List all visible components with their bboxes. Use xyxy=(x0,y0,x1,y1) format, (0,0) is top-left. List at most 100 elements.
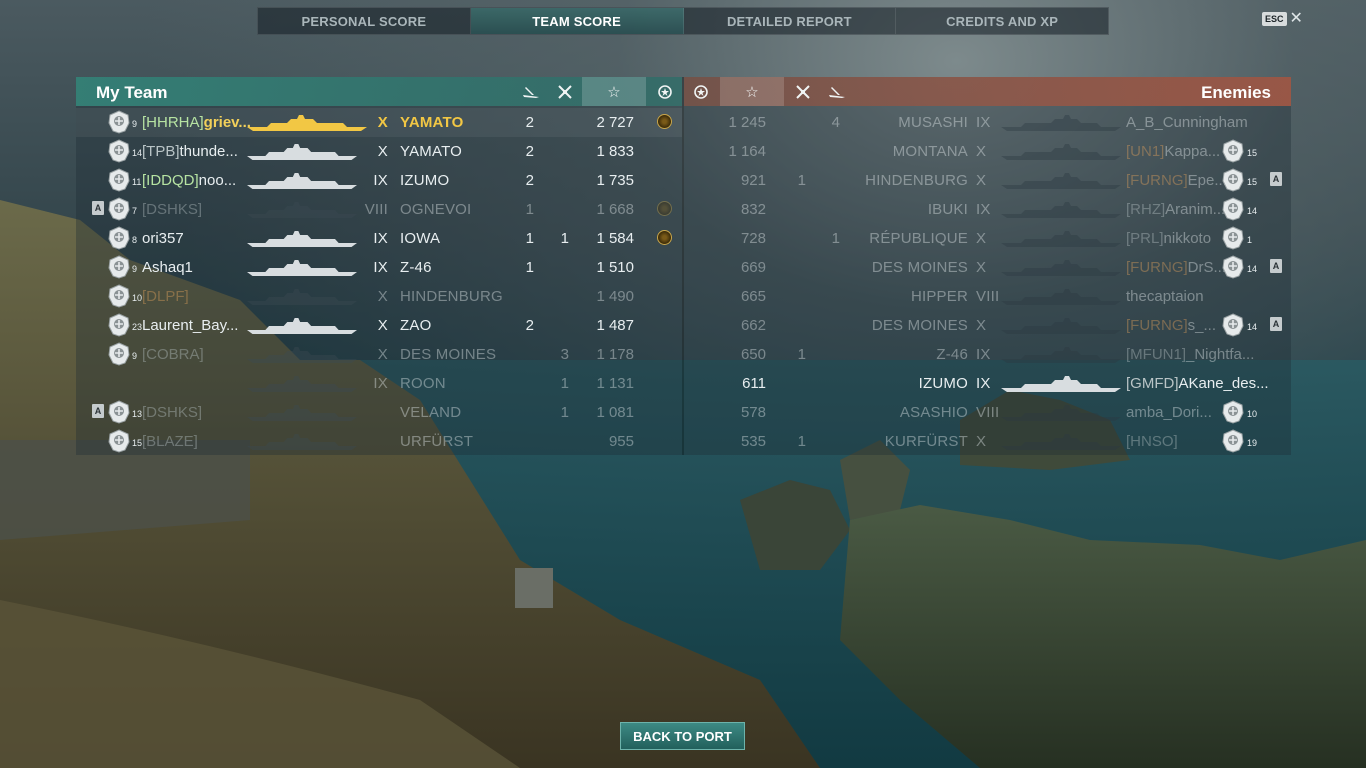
enemy-row[interactable]: 650 1 Z-46 IX [MFUN1]_Nightfa... xyxy=(684,340,1291,369)
player-name[interactable]: ori357 xyxy=(142,230,184,247)
clan-tag[interactable]: [DLPF] xyxy=(142,288,189,305)
player-name[interactable]: Ashaq1 xyxy=(142,259,193,276)
medal-icon xyxy=(657,230,672,245)
player-name[interactable]: thecaptaion xyxy=(1126,288,1204,305)
ship-sunk-icon[interactable] xyxy=(820,77,854,106)
player-name[interactable]: [UN1]Kappa... xyxy=(1126,143,1220,160)
rank-emblem-icon xyxy=(1222,226,1244,250)
clan-tag[interactable]: [FURNG] xyxy=(1126,259,1188,276)
star-icon[interactable]: ☆ xyxy=(582,77,646,106)
player-name[interactable]: [IDDQD]noo... xyxy=(142,172,236,189)
player-name[interactable]: [HHRHA]griev... xyxy=(142,114,251,131)
clan-tag[interactable]: [IDDQD] xyxy=(142,172,199,189)
my-team-row[interactable]: 9 [COBRA] X DES MOINES 3 1 178 xyxy=(76,340,682,369)
player-name[interactable]: [TPB]thunde... xyxy=(142,143,238,160)
clan-tag[interactable]: [DSHKS] xyxy=(142,201,202,218)
enemies-header: ☆ Enemies xyxy=(684,77,1291,106)
clan-tag[interactable]: [GMFD] xyxy=(1126,375,1179,392)
enemy-row[interactable]: 578 ASASHIO VIII amba_Dori... 10 xyxy=(684,398,1291,427)
ship-name: IZUMO xyxy=(918,375,968,392)
clan-tag[interactable]: [TPB] xyxy=(142,143,180,160)
my-team-row[interactable]: 9 [HHRHA]griev... X YAMATO 2 2 727 xyxy=(76,108,682,137)
tab-credits-and-xp[interactable]: CREDITS AND XP xyxy=(896,8,1108,34)
clan-tag[interactable]: [HNSO] xyxy=(1126,433,1178,450)
my-team-row[interactable]: IX ROON 1 1 131 xyxy=(76,369,682,398)
my-team-row[interactable]: 15 [BLAZE] URFÜRST 955 xyxy=(76,427,682,456)
my-team-row[interactable]: 10 [DLPF] X HINDENBURG 1 490 xyxy=(76,282,682,311)
player-name[interactable]: [MFUN1]_Nightfa... xyxy=(1126,346,1254,363)
enemy-row[interactable]: 728 1 RÉPUBLIQUE X [PRL]nikkoto 1 xyxy=(684,224,1291,253)
back-to-port-button[interactable]: BACK TO PORT xyxy=(620,722,745,750)
player-name[interactable]: [GMFD]AKane_des... xyxy=(1126,375,1269,392)
player-name[interactable]: [COBRA] xyxy=(142,346,204,363)
base-xp-score: 1 081 xyxy=(596,404,634,421)
player-nickname: ori357 xyxy=(142,230,184,247)
base-xp-score: 1 668 xyxy=(596,201,634,218)
player-name[interactable]: [DLPF] xyxy=(142,288,189,305)
enemy-row[interactable]: 665 HIPPER VIII thecaptaion xyxy=(684,282,1291,311)
player-name[interactable]: [FURNG]Epe... xyxy=(1126,172,1227,189)
tab-detailed-report[interactable]: DETAILED REPORT xyxy=(684,8,897,34)
clan-tag[interactable]: [FURNG] xyxy=(1126,317,1188,334)
my-team-row[interactable]: A 13 [DSHKS] VELAND 1 1 081 xyxy=(76,398,682,427)
my-team-row[interactable]: 9 Ashaq1 IX Z-46 1 1 510 xyxy=(76,253,682,282)
ship-tier: X xyxy=(976,143,987,160)
clan-tag[interactable]: [MFUN1] xyxy=(1126,346,1186,363)
my-team-row[interactable]: A 7 [DSHKS] VIII OGNEVOI 1 1 668 xyxy=(76,195,682,224)
clan-tag[interactable]: [HHRHA] xyxy=(142,114,204,131)
tab-team-score[interactable]: TEAM SCORE xyxy=(470,8,684,34)
ship-silhouette-icon xyxy=(1001,260,1121,276)
player-name[interactable]: [HNSO] xyxy=(1126,433,1178,450)
player-name[interactable]: [DSHKS] xyxy=(142,404,202,421)
star-icon[interactable]: ☆ xyxy=(720,77,784,106)
medal-icon[interactable] xyxy=(684,77,718,106)
plane-destroyed-icon[interactable] xyxy=(786,77,820,106)
player-name[interactable]: [RHZ]Aranim... xyxy=(1126,201,1225,218)
player-level: 14 xyxy=(1247,264,1258,274)
player-name[interactable]: [FURNG]DrS... xyxy=(1126,259,1226,276)
player-name[interactable]: [PRL]nikkoto xyxy=(1126,230,1211,247)
player-name[interactable]: amba_Dori... xyxy=(1126,404,1212,421)
base-xp-score: 650 xyxy=(740,346,766,363)
rank-emblem-icon xyxy=(108,255,130,279)
enemy-row[interactable]: 921 1 HINDENBURG X [FURNG]Epe... 15 A xyxy=(684,166,1291,195)
ship-name: ASASHIO xyxy=(899,404,968,421)
enemy-row[interactable]: 1 164 MONTANA X [UN1]Kappa... 15 xyxy=(684,137,1291,166)
close-button[interactable]: ESC ✕ xyxy=(1262,11,1303,27)
enemies-title: Enemies xyxy=(1201,83,1271,102)
ship-sunk-icon[interactable] xyxy=(514,77,548,106)
clan-tag[interactable]: [COBRA] xyxy=(142,346,204,363)
medal-icon[interactable] xyxy=(648,77,682,106)
my-team-row[interactable]: 11 [IDDQD]noo... IX IZUMO 2 1 735 xyxy=(76,166,682,195)
ship-tier: IX xyxy=(373,230,388,247)
plane-destroyed-icon[interactable] xyxy=(548,77,582,106)
base-xp-score: 832 xyxy=(740,201,766,218)
enemy-row[interactable]: 611 IZUMO IX [GMFD]AKane_des... xyxy=(684,369,1291,398)
base-xp-score: 578 xyxy=(740,404,766,421)
my-team-row[interactable]: 23 Laurent_Bay... X ZAO 2 1 487 xyxy=(76,311,682,340)
ship-tier: VIII xyxy=(976,288,1000,305)
enemy-row[interactable]: 832 IBUKI IX [RHZ]Aranim... 14 xyxy=(684,195,1291,224)
tab-personal-score[interactable]: PERSONAL SCORE xyxy=(258,8,471,34)
player-name[interactable]: A_B_Cunningham xyxy=(1126,114,1248,131)
player-name[interactable]: Laurent_Bay... xyxy=(142,317,238,334)
enemy-row[interactable]: 662 DES MOINES X [FURNG]s_... 14 A xyxy=(684,311,1291,340)
player-nickname: s_... xyxy=(1187,317,1217,334)
player-name[interactable]: [BLAZE] xyxy=(142,433,198,450)
my-team-row[interactable]: 14 [TPB]thunde... X YAMATO 2 1 833 xyxy=(76,137,682,166)
player-name[interactable]: [FURNG]s_... xyxy=(1126,317,1216,334)
player-name[interactable]: [DSHKS] xyxy=(142,201,202,218)
clan-tag[interactable]: [BLAZE] xyxy=(142,433,198,450)
ship-silhouette-icon xyxy=(1001,318,1121,334)
enemy-row[interactable]: 669 DES MOINES X [FURNG]DrS... 14 A xyxy=(684,253,1291,282)
clan-tag[interactable]: [RHZ] xyxy=(1126,201,1165,218)
clan-tag[interactable]: [DSHKS] xyxy=(142,404,202,421)
clan-tag[interactable]: [UN1] xyxy=(1126,143,1164,160)
my-team-row[interactable]: 8 ori357 IX IOWA 1 1 1 584 xyxy=(76,224,682,253)
ship-silhouette-icon xyxy=(1001,347,1121,363)
base-xp-score: 1 131 xyxy=(596,375,634,392)
enemy-row[interactable]: 1 245 4 MUSASHI IX A_B_Cunningham xyxy=(684,108,1291,137)
clan-tag[interactable]: [PRL] xyxy=(1126,230,1164,247)
enemy-row[interactable]: 535 1 KURFÜRST X [HNSO] 19 xyxy=(684,427,1291,456)
clan-tag[interactable]: [FURNG] xyxy=(1126,172,1188,189)
